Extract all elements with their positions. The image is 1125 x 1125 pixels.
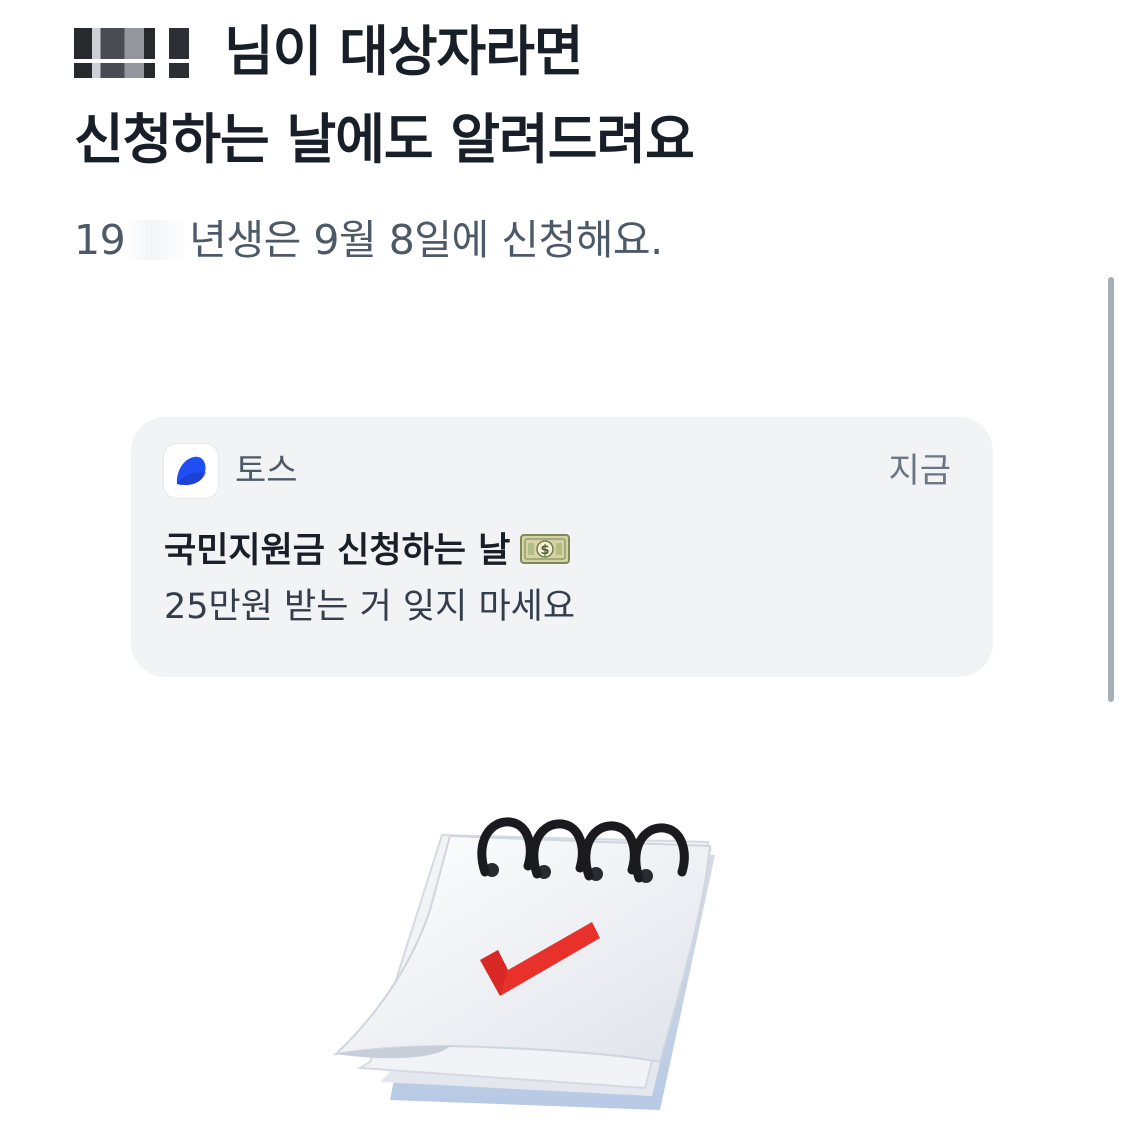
subtitle-year-prefix: 19 — [74, 216, 126, 264]
toss-app-icon — [164, 444, 218, 498]
redacted-name — [74, 28, 214, 78]
subtitle: 19 년생은 9월 8일에 신청해요. — [74, 210, 663, 270]
calendar-check-icon — [332, 817, 715, 1110]
scrollbar[interactable] — [1108, 277, 1114, 702]
notification-time: 지금 — [888, 451, 951, 491]
headline: 님이 대상자라면 신청하는 날에도 알려드려요 — [74, 8, 1034, 184]
headline-name-suffix: 님이 대상자라면 — [224, 20, 584, 83]
notification-title-text: 국민지원금 신청하는 날 — [164, 531, 511, 571]
notification-card[interactable]: 토스 지금 국민지원금 신청하는 날 $ 25만원 받는 거 잊지 마세요 — [131, 417, 993, 677]
toss-logo-icon — [176, 456, 206, 485]
notification-app-name: 토스 — [235, 451, 298, 491]
svg-text:$: $ — [541, 543, 550, 558]
redacted-year — [125, 220, 190, 260]
notification-body: 25만원 받는 거 잊지 마세요 — [164, 587, 576, 627]
money-bill-icon: $ — [520, 534, 571, 564]
headline-line-1: 님이 대상자라면 — [74, 8, 1034, 96]
notification-title: 국민지원금 신청하는 날 $ — [164, 525, 571, 577]
headline-line-2: 신청하는 날에도 알려드려요 — [74, 108, 695, 171]
subtitle-text: 년생은 9월 8일에 신청해요. — [189, 216, 663, 264]
